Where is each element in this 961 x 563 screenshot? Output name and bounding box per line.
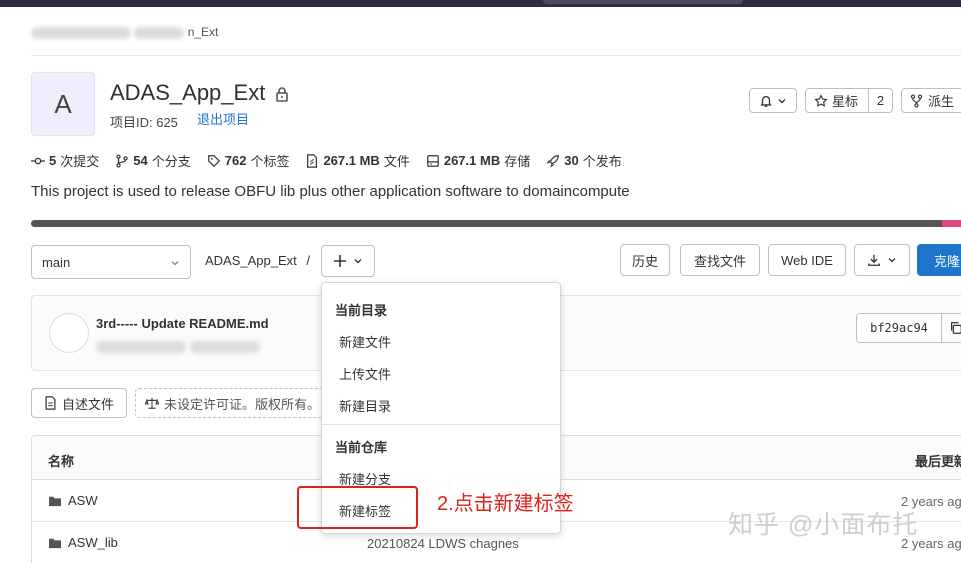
chevron-down-icon [888,258,896,263]
download-icon [868,254,880,266]
breadcrumb-current[interactable]: n_Ext [188,25,219,39]
clone-button[interactable]: 克隆 [917,244,961,276]
chevron-down-icon [171,261,179,266]
copy-icon [951,322,961,334]
files-stat[interactable]: 267.1 MB 文件 [305,151,410,170]
web-ide-button[interactable]: Web IDE [768,244,846,276]
branch-name: main [42,254,71,270]
commit-author [96,338,261,356]
project-title: ADAS_App_Ext [110,80,266,105]
language-bar [31,220,961,227]
commit-sha[interactable]: bf29ac94 [856,313,942,343]
menu-item-upload-file[interactable]: 上传文件 [339,364,391,383]
commit-message[interactable]: 20210824 LDWS chagnes [367,536,519,551]
bell-icon [760,95,772,107]
divider [31,55,961,56]
commit-icon [31,157,45,164]
add-dropdown-button[interactable] [321,245,375,277]
branch-icon [116,153,128,168]
star-count[interactable]: 2 [868,89,892,112]
blurred-text [96,340,186,353]
annotation-text: 2.点击新建标签 [437,493,574,515]
releases-stat[interactable]: 30 个发布 [546,151,622,170]
rocket-icon [546,154,560,168]
scale-icon [145,397,159,409]
project-avatar: A [31,72,95,136]
highlight-box [297,486,418,529]
lock-icon [276,87,288,102]
find-file-button[interactable]: 查找文件 [680,244,760,276]
menu-item-new-file[interactable]: 新建文件 [339,332,391,351]
file-name: ASW_lib [48,535,118,550]
project-stats: 5 次提交 54 个分支 762 个标签 267.1 MB 文件 267.1 MB 存储 … [31,151,622,170]
commits-stat[interactable]: 5 次提交 [31,151,99,170]
language-segment [942,220,961,227]
blurred-text [134,26,185,39]
file-icon [307,153,318,168]
plus-icon [334,255,346,267]
watermark: 知乎 @小面布托 [728,511,919,539]
project-id: 项目ID: 625 [110,115,178,130]
copy-sha-button[interactable] [941,313,961,343]
section-current-directory: 当前目录 [335,303,388,318]
breadcrumb[interactable]: n_Ext [31,25,218,39]
avatar[interactable] [49,313,89,353]
column-name: 名称 [48,454,75,469]
commit-title[interactable]: 3rd----- Update README.md [96,316,269,331]
star-label: 星标 [832,94,859,109]
file-name: ASW [48,493,98,508]
blurred-text [31,26,131,39]
top-navbar [0,0,961,7]
star-button[interactable]: 星标 2 [805,88,893,113]
tag-icon [207,154,220,167]
branches-stat[interactable]: 54 个分支 [115,151,191,170]
repo-path: ADAS_App_Ext / [205,253,310,268]
document-icon [45,396,56,410]
notification-button[interactable] [749,88,797,113]
navbar-search[interactable] [543,0,743,4]
path-root[interactable]: ADAS_App_Ext [205,253,297,268]
project-description: This project is used to release OBFU lib… [31,183,630,200]
history-button[interactable]: 历史 [620,244,670,276]
folder-icon [49,538,61,548]
license-button[interactable]: 未设定许可证。版权所有。 [135,388,335,418]
column-last-update: 最后更新 [915,454,961,469]
storage-stat[interactable]: 267.1 MB 存储 [426,151,530,170]
menu-item-new-directory[interactable]: 新建目录 [339,396,391,415]
download-button[interactable] [854,244,910,276]
tags-stat[interactable]: 762 个标签 [207,151,289,170]
fork-icon [910,93,923,108]
chevron-down-icon [354,259,362,264]
branch-selector[interactable]: main [31,245,191,279]
blurred-text [190,340,261,353]
folder-icon [49,496,61,506]
readme-button[interactable]: 自述文件 [31,388,127,418]
fork-label: 派生 [928,94,955,109]
star-icon [814,93,828,107]
divider [322,424,560,425]
storage-icon [426,154,439,167]
path-separator: / [306,253,311,268]
leave-project-link[interactable]: 退出项目 [197,109,249,128]
fork-button[interactable]: 派生 [901,88,961,113]
chevron-down-icon [778,98,786,103]
section-current-repository: 当前仓库 [335,440,388,455]
